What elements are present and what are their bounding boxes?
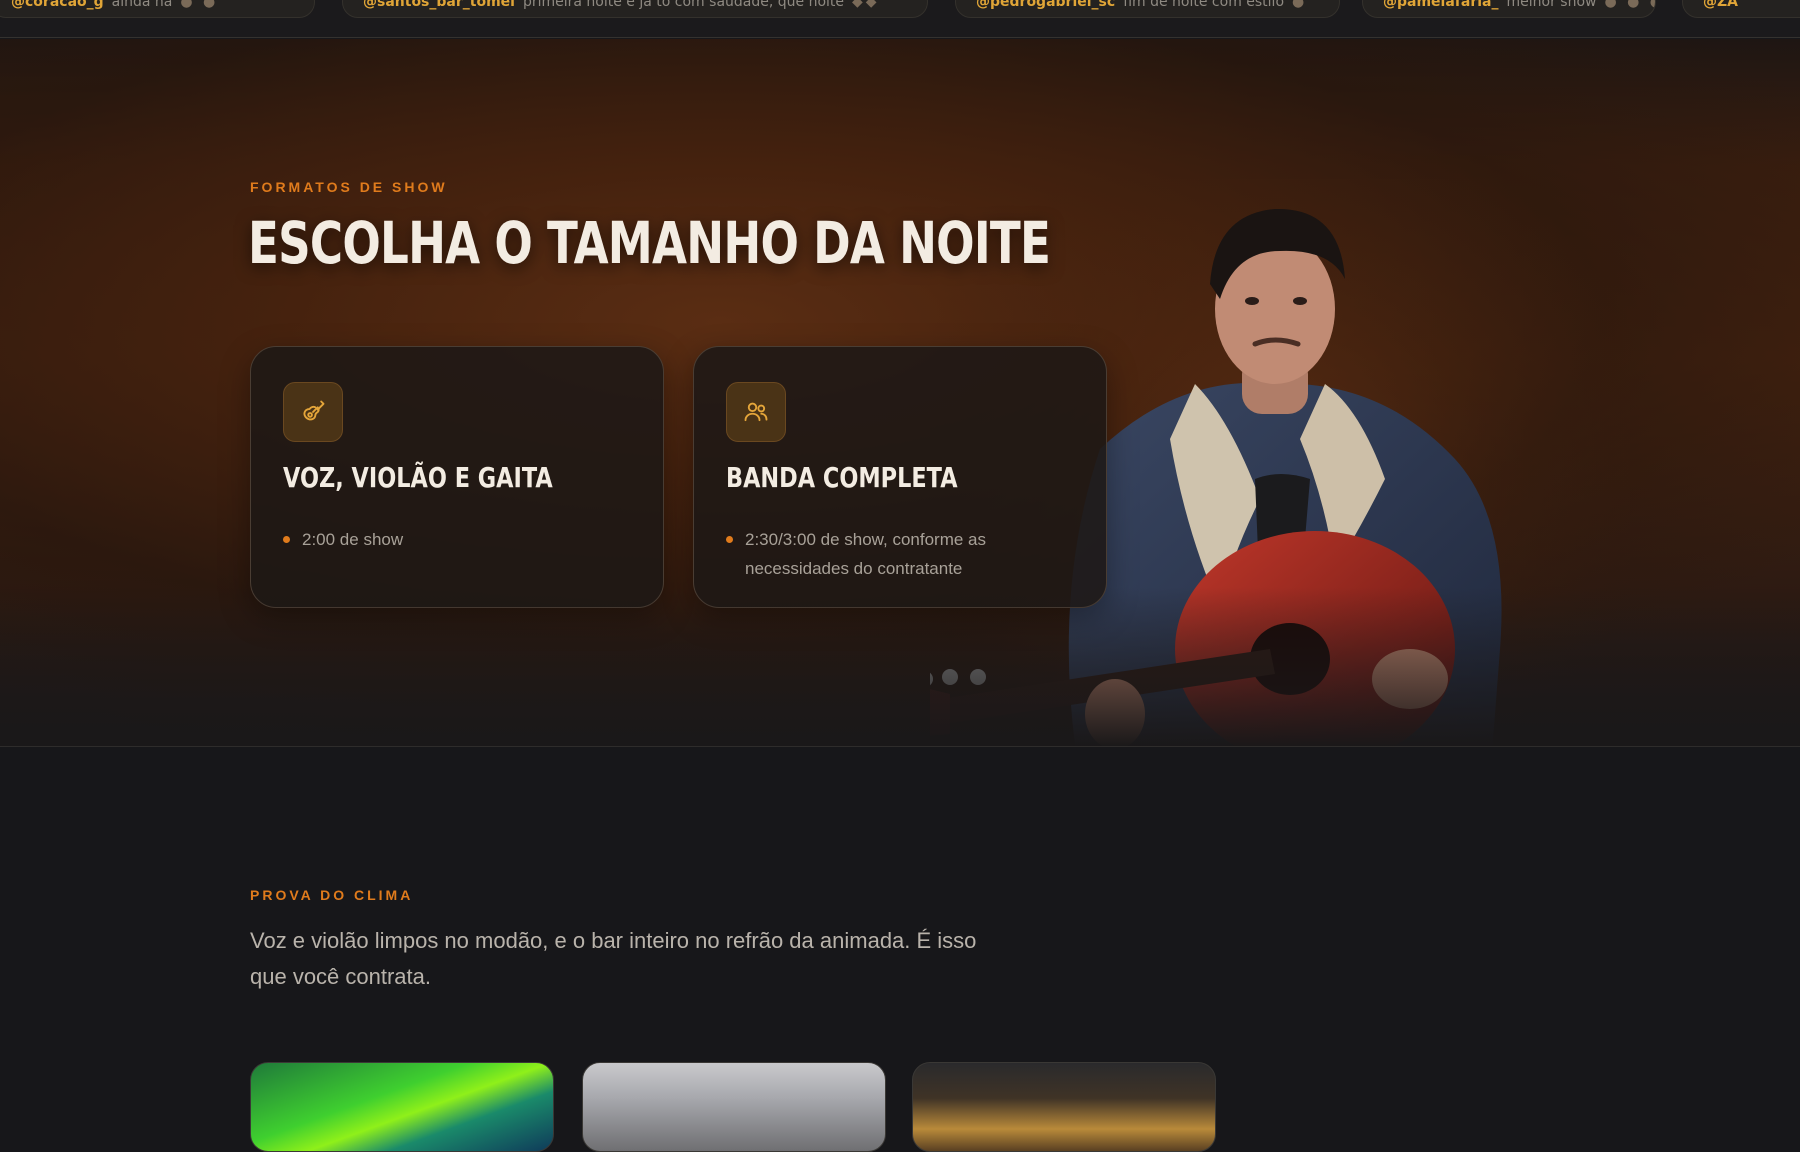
ticker-handle: @coracao_g	[11, 0, 104, 10]
ticker-handle: @pamelafaria_	[1383, 0, 1499, 10]
show-formats-section: FORMATOS DE SHOW ESCOLHA O TAMANHO DA NO…	[0, 39, 1800, 747]
ticker-emoji: ● ●	[180, 0, 219, 10]
section-description: Voz e violão limpos no modão, e o bar in…	[250, 928, 977, 989]
ticker-text: primeira noite e ja to com saudade, que …	[522, 0, 845, 10]
gallery-thumbnail[interactable]	[250, 1062, 554, 1152]
bullet-dot	[726, 536, 733, 543]
gallery-thumbnail[interactable]	[912, 1062, 1216, 1152]
section-eyebrow: FORMATOS DE SHOW	[250, 179, 448, 195]
section-title: ESCOLHA O TAMANHO DA NOITE	[248, 209, 1051, 277]
format-card-detail: 2:30/3:00 de show, conforme as necessida…	[726, 525, 1086, 583]
section-divider	[0, 746, 1800, 747]
ticker-emoji: ●	[1292, 0, 1308, 10]
ticker-handle: @santos_bar_tomei	[363, 0, 515, 10]
ticker-emoji: ● ● ● ●	[1604, 0, 1655, 10]
format-card-title: BANDA COMPLETA	[726, 461, 958, 494]
section-eyebrow: PROVA DO CLIMA	[250, 887, 414, 903]
ticker-handle: @pedrogabriel_sc	[976, 0, 1116, 10]
gallery-thumbnail[interactable]	[582, 1062, 886, 1152]
format-card-detail-text: 2:30/3:00 de show, conforme as necessida…	[745, 530, 986, 578]
users-icon	[726, 382, 786, 442]
ticker-text: melhor show	[1506, 0, 1597, 10]
ticker-pill[interactable]: @pedrogabriel_sc fim de noite com estilo…	[955, 0, 1340, 18]
format-card-detail-text: 2:00 de show	[302, 530, 404, 549]
ticker-pill[interactable]: @santos_bar_tomei primeira noite e ja to…	[342, 0, 928, 18]
format-card-full-band[interactable]: BANDA COMPLETA 2:30/3:00 de show, confor…	[693, 346, 1107, 608]
format-card-acoustic[interactable]: VOZ, VIOLÃO E GAITA 2:00 de show	[250, 346, 664, 608]
format-card-detail: 2:00 de show	[283, 525, 643, 554]
ticker-emoji: ◆◆	[852, 0, 880, 10]
guitar-icon	[283, 382, 343, 442]
bullet-dot	[283, 536, 290, 543]
ticker-pill[interactable]: @pamelafaria_ melhor show ● ● ● ●	[1362, 0, 1656, 18]
ticker-handle: @ZA	[1703, 0, 1738, 10]
ticker-text: fim de noite com estilo	[1123, 0, 1285, 10]
format-card-title: VOZ, VIOLÃO E GAITA	[283, 461, 553, 494]
ticker-text: ainda na	[111, 0, 173, 10]
ticker-pill[interactable]: @ZA	[1682, 0, 1800, 18]
ticker-pill[interactable]: @coracao_g ainda na ● ●	[0, 0, 315, 18]
testimonial-ticker: @coracao_g ainda na ● ● @santos_bar_tome…	[0, 0, 1800, 38]
